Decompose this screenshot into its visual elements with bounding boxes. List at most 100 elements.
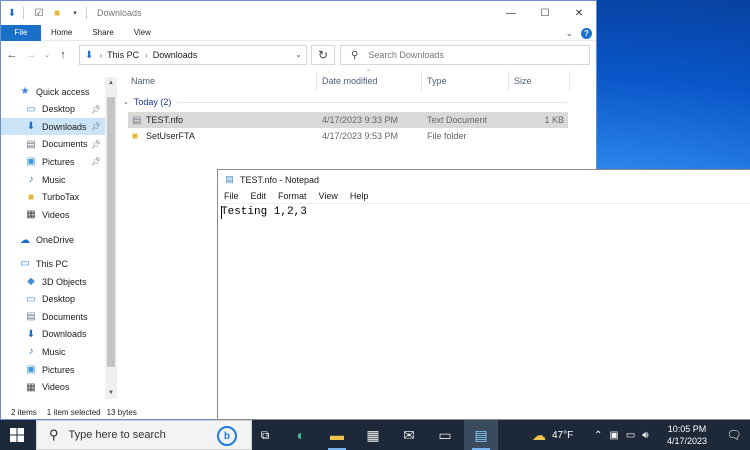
- sidebar-item[interactable]: ▦ Videos: [1, 379, 105, 396]
- microsoft-store-icon[interactable]: ▦: [356, 420, 390, 450]
- mail-icon[interactable]: ✉: [392, 420, 426, 450]
- minimize-button[interactable]: —: [494, 1, 528, 25]
- up-button[interactable]: ↑: [55, 45, 71, 65]
- tab-share[interactable]: Share: [82, 25, 123, 41]
- forward-button[interactable]: →: [23, 45, 39, 65]
- new-folder-icon[interactable]: ■: [50, 6, 64, 20]
- pin-icon: 📌︎: [90, 139, 101, 149]
- cloud-icon: ☁: [20, 234, 30, 246]
- help-icon[interactable]: ?: [581, 27, 592, 39]
- sidebar-item[interactable]: ▬Local Disk (C:): [1, 396, 105, 399]
- sidebar-item[interactable]: ◆ 3D Objects: [1, 273, 105, 290]
- group-header-today[interactable]: ⌄ Today (2): [123, 95, 171, 109]
- text-document-icon: ▤: [132, 114, 142, 126]
- ribbon-tabs: File Home Share View ⌄ ?: [1, 24, 596, 41]
- sidebar-item[interactable]: ★ Quick access: [1, 83, 105, 100]
- search-box[interactable]: ⚲ Search Downloads: [340, 45, 590, 65]
- address-chevron-icon[interactable]: ›: [145, 51, 148, 60]
- sidebar-item[interactable]: ⬇ Downloads: [1, 326, 105, 343]
- ribbon-right-controls: ⌄ ?: [565, 25, 592, 41]
- file-size: [514, 128, 564, 144]
- recent-locations-button[interactable]: ⌄: [42, 45, 52, 65]
- address-chevron-icon[interactable]: ›: [99, 51, 102, 60]
- address-bar[interactable]: ⬇ › This PC › Downloads ⌄: [79, 45, 307, 65]
- sidebar-item-label: Documents: [42, 139, 88, 150]
- breadcrumb-this-pc[interactable]: This PC: [107, 50, 139, 60]
- expand-ribbon-icon[interactable]: ⌄: [565, 28, 573, 39]
- explorer-titlebar[interactable]: ⬇ ☑ ■ ▾ Downloads — ☐ ✕: [1, 1, 596, 25]
- taskbar-search-box[interactable]: ⚲ Type here to search b: [36, 420, 252, 450]
- weather-widget[interactable]: ☁ 47°F: [532, 420, 573, 450]
- sidebar-item[interactable]: ▭ Desktop: [1, 291, 105, 308]
- menu-help[interactable]: Help: [344, 191, 375, 201]
- menu-format[interactable]: Format: [272, 191, 313, 201]
- file-date-modified: 4/17/2023 9:53 PM: [322, 131, 399, 141]
- sidebar-item[interactable]: ⬇ Downloads 📌︎: [1, 118, 105, 136]
- sidebar-item[interactable]: ▣ Pictures 📌︎: [1, 153, 105, 170]
- sidebar-item[interactable]: ▤ Documents 📌︎: [1, 136, 105, 153]
- sidebar-item[interactable]: ▤ Documents: [1, 308, 105, 325]
- column-header-name[interactable]: Name: [127, 71, 317, 91]
- sidebar-item[interactable]: ▣ Pictures: [1, 361, 105, 378]
- terminal-icon[interactable]: ▭: [428, 420, 462, 450]
- tab-view[interactable]: View: [124, 25, 161, 41]
- sidebar-item[interactable]: ▭ This PC: [1, 255, 105, 272]
- menu-file[interactable]: File: [218, 191, 245, 201]
- file-type: Text Document: [427, 115, 488, 125]
- scroll-down-arrow[interactable]: ▼: [105, 388, 117, 398]
- back-button[interactable]: ←: [4, 45, 20, 65]
- notification-center-icon[interactable]: 🗨︎: [722, 420, 746, 450]
- column-header-size[interactable]: Size: [510, 71, 570, 91]
- sidebar-item[interactable]: ■ TurboTax: [1, 189, 105, 206]
- address-dropdown-icon[interactable]: ⌄: [295, 50, 302, 59]
- maximize-button[interactable]: ☐: [528, 1, 562, 25]
- explorer-app-icon[interactable]: ⬇: [5, 6, 19, 20]
- task-view-icon[interactable]: ⧉: [248, 420, 282, 450]
- group-divider: [177, 102, 567, 103]
- bing-icon[interactable]: b: [217, 426, 237, 446]
- taskbar-clock[interactable]: 10:05 PM 4/17/2023: [660, 423, 714, 447]
- system-tray: ⌃ ▣ ▭ 🔊︎: [594, 420, 649, 450]
- sidebar-item[interactable]: ▭ Desktop 📌︎: [1, 101, 105, 118]
- edge-browser-icon[interactable]: ◐: [284, 420, 318, 450]
- tab-home[interactable]: Home: [41, 25, 82, 41]
- customize-quick-access-icon[interactable]: ▾: [68, 6, 82, 20]
- tab-file[interactable]: File: [1, 24, 41, 41]
- start-button[interactable]: [0, 420, 34, 450]
- meet-now-icon[interactable]: ▣: [609, 430, 618, 441]
- notepad-taskbar-icon[interactable]: ▤: [464, 420, 498, 450]
- close-button[interactable]: ✕: [562, 1, 596, 25]
- sidebar-item-label: Pictures: [42, 364, 75, 375]
- search-placeholder: Search Downloads: [368, 50, 444, 60]
- show-hidden-icons-icon[interactable]: ⌃: [594, 430, 602, 441]
- sidebar-item[interactable]: ▦ Videos: [1, 206, 105, 223]
- volume-icon[interactable]: 🔊︎: [642, 430, 648, 441]
- menu-view[interactable]: View: [313, 191, 344, 201]
- breadcrumb-downloads[interactable]: Downloads: [153, 50, 198, 60]
- videos-icon: ▦: [26, 209, 36, 221]
- notepad-text-area[interactable]: Testing 1,2,3: [221, 206, 307, 218]
- notepad-titlebar[interactable]: ▤ TEST.nfo - Notepad: [218, 170, 750, 189]
- column-header-type[interactable]: Type: [423, 71, 509, 91]
- quick-access-separator: [23, 7, 24, 19]
- file-row[interactable]: ■ SetUserFTA 4/17/2023 9:53 PM File folder: [128, 128, 568, 144]
- refresh-button[interactable]: ↻: [311, 45, 335, 65]
- pictures-icon: ▣: [26, 156, 36, 168]
- downloads-icon: ⬇: [26, 121, 36, 133]
- scroll-up-arrow[interactable]: ▲: [105, 78, 117, 88]
- sidebar-item[interactable]: ♪ Music: [1, 171, 105, 188]
- group-collapse-icon[interactable]: ⌄: [123, 98, 129, 106]
- notepad-window[interactable]: ▤ TEST.nfo - Notepad File Edit Format Vi…: [217, 169, 750, 420]
- file-row[interactable]: ▤ TEST.nfo 4/17/2023 9:33 PM Text Document 1…: [128, 112, 568, 128]
- status-item-count: 2 items: [11, 407, 37, 417]
- sidebar-item[interactable]: ☁ OneDrive: [1, 232, 105, 249]
- sidebar-item[interactable]: ♪ Music: [1, 343, 105, 360]
- file-name: SetUserFTA: [146, 131, 195, 141]
- file-explorer-taskbar-icon[interactable]: ▬: [320, 420, 354, 450]
- menu-edit[interactable]: Edit: [245, 191, 273, 201]
- sidebar-scrollbar-thumb[interactable]: [107, 97, 115, 367]
- properties-icon[interactable]: ☑: [32, 6, 46, 20]
- navigation-pane[interactable]: ★ Quick access ▭ Desktop 📌︎ ⬇ Downloads 📌︎ ▤ Docu…: [1, 77, 118, 399]
- network-icon[interactable]: ▭: [626, 430, 635, 441]
- pictures-icon: ▣: [26, 364, 36, 375]
